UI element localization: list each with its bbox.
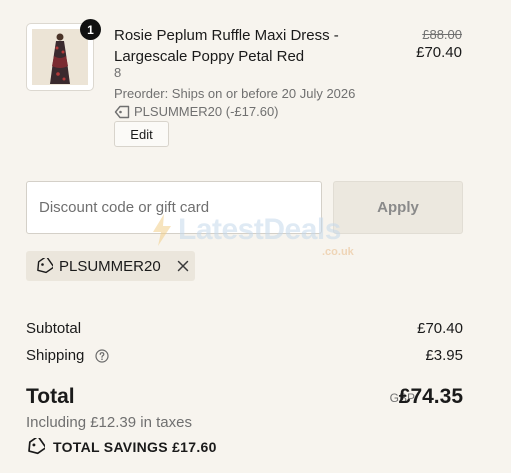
applied-code-chip: PLSUMMER20 (26, 251, 195, 281)
lightning-bolt-icon (153, 214, 171, 246)
remove-code-close-icon[interactable] (177, 260, 189, 272)
help-circle-icon[interactable] (94, 349, 109, 363)
watermark-brand: LatestDeals (178, 213, 341, 246)
preorder-note: Preorder: Ships on or before 20 July 202… (114, 86, 356, 101)
total-savings: TOTAL SAVINGS £17.60 (26, 438, 217, 455)
applied-code-label: PLSUMMER20 (59, 257, 161, 275)
quantity-badge: 1 (80, 19, 101, 40)
apply-button[interactable]: Apply (333, 181, 463, 234)
subtotal-label: Subtotal (26, 320, 82, 337)
product-name: Rosie Peplum Ruffle Maxi Dress - Largesc… (114, 27, 339, 65)
watermark-logo: LatestDeals (150, 213, 341, 247)
subtotal-value: £70.40 (417, 320, 463, 337)
line-discount-label: PLSUMMER20 (-£17.60) (134, 104, 279, 119)
total-value: £74.35 (398, 385, 463, 408)
shipping-label: Shipping (26, 347, 85, 364)
tag-icon (37, 258, 53, 274)
total-label: Total (26, 385, 75, 408)
shipping-value: £3.95 (425, 347, 463, 364)
original-price: £88.00 (422, 27, 462, 42)
edit-button[interactable]: Edit (114, 121, 169, 147)
tag-icon (28, 438, 45, 455)
watermark-domain: .co.uk (322, 246, 354, 258)
shipping-row-label: Shipping (26, 347, 109, 364)
taxes-note: Including £12.39 in taxes (26, 414, 192, 431)
line-discount: PLSUMMER20 (-£17.60) (114, 104, 279, 119)
current-price: £70.40 (416, 44, 462, 61)
total-savings-label: TOTAL SAVINGS £17.60 (53, 438, 217, 455)
product-variant: 8 (114, 65, 122, 80)
tag-icon (114, 105, 130, 118)
